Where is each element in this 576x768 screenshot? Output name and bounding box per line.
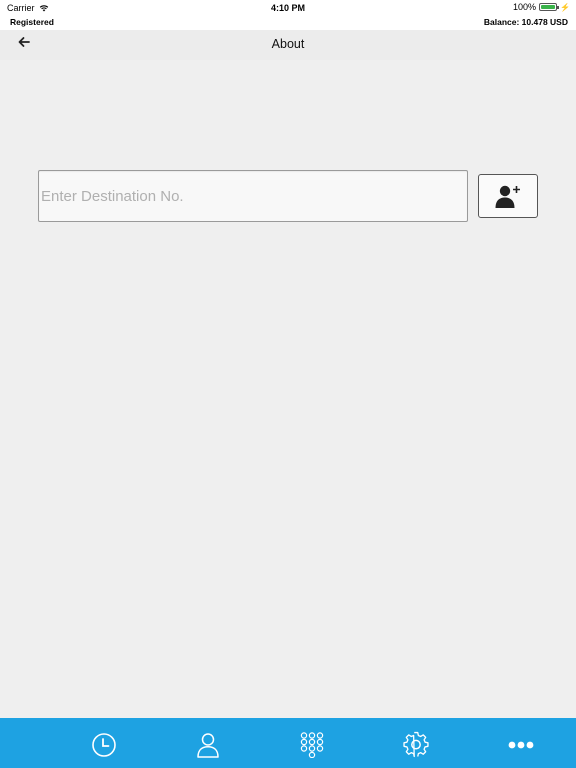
tab-dialpad[interactable] — [297, 730, 327, 760]
more-icon — [508, 741, 534, 749]
registration-status: Registered — [10, 17, 54, 27]
battery-group: 100% ⚡ — [513, 2, 570, 12]
battery-icon — [539, 3, 560, 11]
add-contact-button[interactable] — [478, 174, 538, 218]
destination-number-input[interactable] — [38, 170, 468, 222]
clock-time: 4:10 PM — [270, 3, 305, 13]
dialpad-icon — [300, 732, 324, 758]
page-title: About — [271, 37, 305, 51]
battery-fill — [541, 5, 556, 9]
tab-settings[interactable] — [401, 730, 431, 760]
main-content — [0, 60, 576, 718]
tab-contacts[interactable] — [193, 730, 223, 760]
tab-bar — [0, 718, 576, 768]
charging-icon: ⚡ — [560, 2, 570, 12]
tab-recents[interactable] — [89, 730, 119, 760]
account-bar: Registered Balance: 10.478 USD — [0, 16, 576, 30]
tab-more[interactable] — [506, 730, 536, 760]
navigation-bar: About — [0, 30, 576, 60]
balance-text: Balance: 10.478 USD — [483, 17, 568, 27]
battery-percent: 100% — [513, 2, 537, 12]
person-add-icon — [495, 185, 520, 208]
gear-icon — [403, 731, 429, 758]
clock-icon — [92, 733, 116, 757]
person-icon — [197, 733, 219, 758]
status-bar: Carrier 4:10 PM 100% ⚡ — [0, 0, 576, 16]
